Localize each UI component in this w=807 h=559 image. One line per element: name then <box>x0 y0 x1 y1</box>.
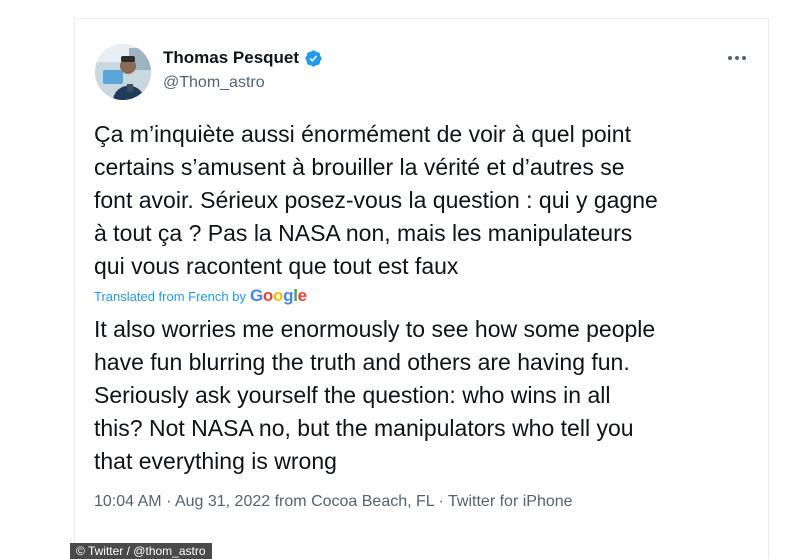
translated-from-label[interactable]: Translated from French by <box>94 289 246 304</box>
google-logo: Google <box>250 286 307 306</box>
tweet-metadata: 10:04 AM · Aug 31, 2022 from Cocoa Beach… <box>94 493 573 511</box>
tweet-text: Ça m’inquiète aussi énormément de voir à… <box>94 121 658 279</box>
more-options-button[interactable] <box>722 46 752 70</box>
location-prefix: from <box>274 493 307 510</box>
verified-badge-icon <box>304 49 323 68</box>
tweet-location-link[interactable]: Cocoa Beach, FL <box>311 493 434 510</box>
separator: · <box>438 493 444 510</box>
separator: · <box>166 493 172 510</box>
tweet-time-link[interactable]: 10:04 AM <box>94 493 162 510</box>
google-wordmark: Google <box>249 286 307 305</box>
image-credit: © Twitter / @thom_astro <box>70 543 212 559</box>
avatar[interactable] <box>95 44 151 100</box>
avatar-photo-icon <box>95 44 151 100</box>
translation-attribution[interactable]: Translated from French by Google <box>94 285 307 307</box>
author-name-row[interactable]: Thomas Pesquet <box>163 48 323 68</box>
more-horizontal-icon <box>728 56 746 60</box>
translated-text: It also worries me enormously to see how… <box>94 316 656 474</box>
tweet-source-link[interactable]: Twitter for iPhone <box>448 493 573 510</box>
author-handle[interactable]: @Thom_astro <box>163 74 265 92</box>
tweet-date-link[interactable]: Aug 31, 2022 <box>175 493 270 510</box>
author-display-name[interactable]: Thomas Pesquet <box>163 48 299 68</box>
